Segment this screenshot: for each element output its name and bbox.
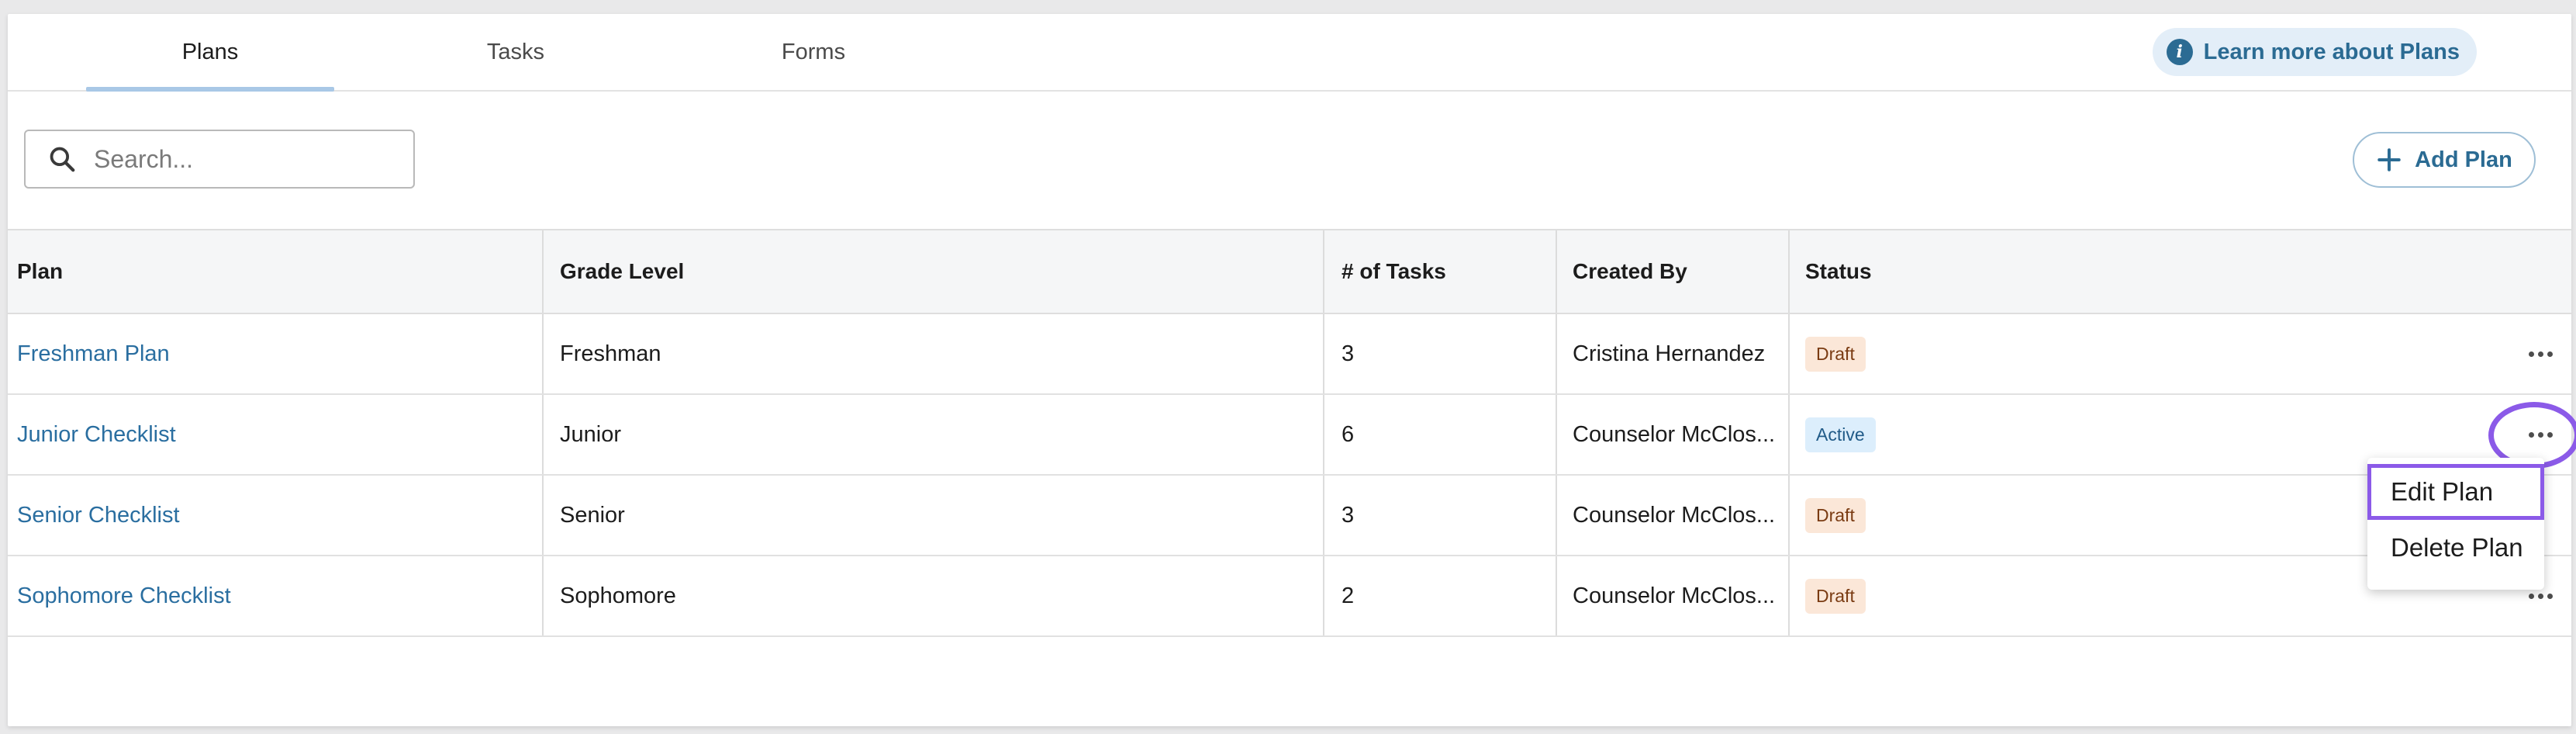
plan-link[interactable]: Junior Checklist (17, 422, 176, 448)
created-by-cell: Counselor McClos... (1573, 421, 1776, 447)
add-plan-label: Add Plan (2415, 147, 2512, 172)
status-badge: Draft (1805, 497, 1866, 533)
tasks-count-cell: 3 (1324, 314, 1557, 393)
tab-forms[interactable]: Forms (689, 14, 938, 90)
table-header: Plan Grade Level # of Tasks Created By S… (8, 229, 2571, 314)
tasks-count-cell: 6 (1324, 395, 1557, 474)
learn-more-button[interactable]: i Learn more about Plans (2152, 28, 2477, 76)
plan-link[interactable]: Freshman Plan (17, 341, 170, 367)
table-row: Freshman Plan Freshman 3 Cristina Hernan… (8, 314, 2571, 395)
more-dots-icon (2528, 351, 2534, 357)
header-num-tasks[interactable]: # of Tasks (1324, 230, 1557, 313)
created-by-cell: Cristina Hernandez (1573, 341, 1766, 366)
row-actions-menu: Edit Plan Delete Plan (2367, 458, 2544, 590)
status-badge: Active (1805, 417, 1876, 452)
plan-link[interactable]: Sophomore Checklist (17, 583, 231, 609)
grade-cell: Senior (544, 476, 1324, 555)
search-box[interactable] (24, 130, 415, 189)
tasks-count-cell: 2 (1324, 556, 1557, 635)
created-by-cell: Counselor McClos... (1573, 583, 1776, 608)
learn-more-label: Learn more about Plans (2203, 39, 2460, 64)
plans-table: Plan Grade Level # of Tasks Created By S… (8, 229, 2571, 637)
grade-cell: Freshman (544, 314, 1324, 393)
plan-link[interactable]: Senior Checklist (17, 503, 180, 528)
more-options-button[interactable] (2522, 340, 2559, 368)
tasks-count-cell: 3 (1324, 476, 1557, 555)
grade-cell: Sophomore (544, 556, 1324, 635)
header-created-by[interactable]: Created By (1557, 230, 1790, 313)
table-row: Senior Checklist Senior 3 Counselor McCl… (8, 476, 2571, 556)
search-input[interactable] (92, 144, 390, 175)
table-row: Sophomore Checklist Sophomore 2 Counselo… (8, 556, 2571, 637)
plus-icon (2377, 148, 2401, 171)
header-status[interactable]: Status (1790, 230, 2571, 313)
table-row: Junior Checklist Junior 6 Counselor McCl… (8, 395, 2571, 476)
more-dots-icon (2528, 593, 2534, 599)
header-plan[interactable]: Plan (8, 230, 544, 313)
tab-tasks[interactable]: Tasks (392, 14, 640, 90)
status-badge: Draft (1805, 336, 1866, 372)
tab-plans[interactable]: Plans (86, 14, 334, 92)
add-plan-button[interactable]: Add Plan (2353, 132, 2536, 188)
info-icon: i (2166, 39, 2193, 65)
delete-plan-menu-item[interactable]: Delete Plan (2367, 520, 2544, 576)
edit-plan-menu-item[interactable]: Edit Plan (2367, 464, 2544, 520)
created-by-cell: Counselor McClos... (1573, 502, 1776, 528)
search-icon (50, 147, 75, 172)
status-badge: Draft (1805, 578, 1866, 614)
header-grade-level[interactable]: Grade Level (544, 230, 1324, 313)
tab-bar: Plans Tasks Forms i Learn more about Pla… (8, 14, 2571, 92)
grade-cell: Junior (544, 395, 1324, 474)
plans-card: Plans Tasks Forms i Learn more about Pla… (8, 14, 2571, 726)
